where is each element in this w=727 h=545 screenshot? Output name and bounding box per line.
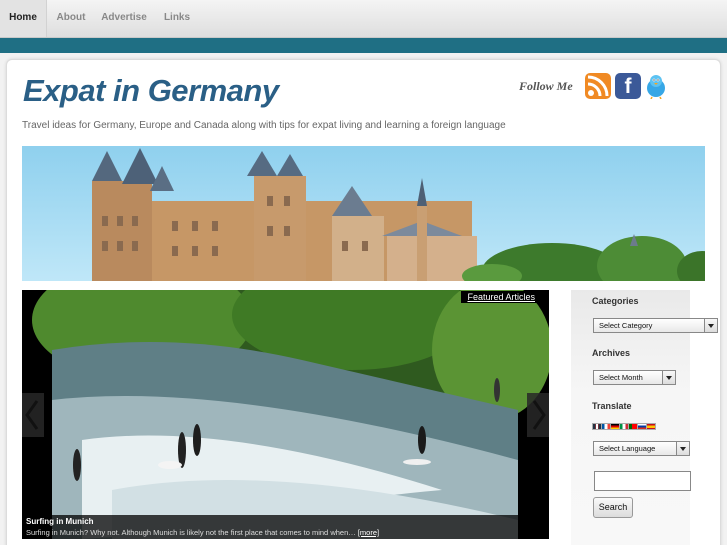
facebook-icon[interactable]: f: [615, 73, 641, 99]
nav-links[interactable]: Links: [156, 0, 198, 37]
accent-bar: [0, 38, 727, 53]
site-tagline: Travel ideas for Germany, Europe and Can…: [22, 120, 506, 131]
slider-image: [32, 290, 549, 539]
archives-select-value: Select Month: [599, 373, 643, 382]
twitter-icon[interactable]: [643, 73, 669, 100]
slider-next-button[interactable]: [527, 393, 549, 437]
translate-heading: Translate: [592, 401, 632, 411]
caption-title[interactable]: Surfing in Munich: [26, 517, 94, 526]
nav-about[interactable]: About: [49, 0, 93, 37]
header-banner-image: [22, 146, 705, 281]
featured-slider[interactable]: Featured Articles Surfing in Munich Surf…: [22, 290, 549, 539]
search-input[interactable]: [594, 471, 691, 491]
categories-heading: Categories: [592, 296, 639, 306]
archives-select[interactable]: Select Month: [593, 370, 676, 385]
language-select[interactable]: Select Language: [593, 441, 690, 456]
language-select-value: Select Language: [599, 444, 656, 453]
site-title[interactable]: Expat in Germany: [23, 73, 279, 109]
slider-prev-button[interactable]: [22, 393, 44, 437]
nav-home[interactable]: Home: [0, 0, 47, 37]
top-nav: Home About Advertise Links: [0, 0, 727, 38]
category-select[interactable]: Select Category: [593, 318, 718, 333]
more-link[interactable]: [more]: [358, 528, 379, 537]
chevron-down-icon: [676, 442, 689, 455]
follow-me-label: Follow Me: [519, 79, 573, 93]
nav-advertise[interactable]: Advertise: [95, 0, 153, 37]
rss-icon[interactable]: [585, 73, 611, 99]
slider-caption: Surfing in Munich Surfing in Munich? Why…: [22, 515, 549, 539]
archives-heading: Archives: [592, 348, 631, 358]
flag-es-icon[interactable]: [646, 423, 656, 430]
caption-text: Surfing in Munich? Why not. Although Mun…: [26, 528, 379, 537]
chevron-down-icon: [704, 319, 717, 332]
featured-articles-label[interactable]: Featured Articles: [461, 291, 541, 303]
category-select-value: Select Category: [599, 321, 653, 330]
caption-excerpt: Surfing in Munich? Why not. Although Mun…: [26, 528, 356, 537]
search-button[interactable]: Search: [593, 497, 633, 518]
chevron-down-icon: [662, 371, 675, 384]
